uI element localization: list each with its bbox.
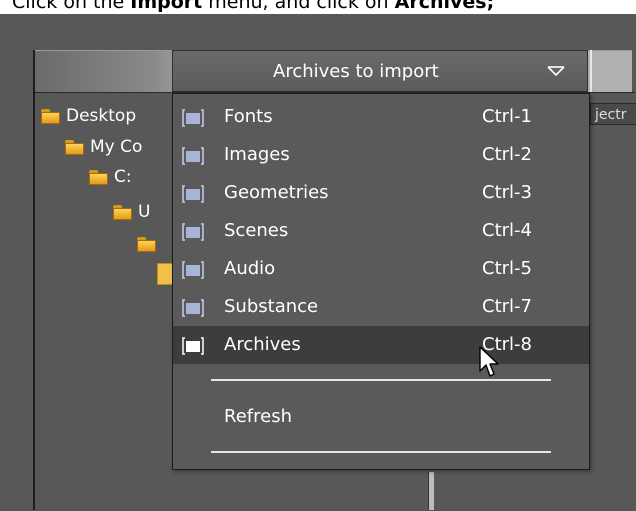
folder-icon (40, 108, 62, 124)
toolbar-divider (590, 50, 592, 92)
checkbox-icon (182, 147, 204, 165)
archives-to-import-dropdown[interactable]: Archives to import (172, 50, 588, 92)
menu-item-archives[interactable]: Archives Ctrl-8 (173, 326, 589, 364)
mouse-pointer-icon (479, 346, 499, 377)
tree-item-label: My Co (90, 137, 143, 157)
file-icon (157, 263, 173, 285)
tree-item-label: C: (114, 167, 132, 187)
side-tab[interactable]: jectr (590, 103, 636, 125)
folder-icon (112, 204, 134, 220)
checkbox-icon (182, 299, 204, 317)
scrollbar[interactable] (428, 472, 434, 510)
caption-bold-2: Archives; (394, 0, 495, 13)
menu-item-images[interactable]: Images Ctrl-2 (173, 136, 589, 174)
menu-item-label: Archives (224, 334, 301, 355)
menu-item-shortcut: Ctrl-3 (482, 182, 532, 203)
menu-item-shortcut: Ctrl-7 (482, 296, 532, 317)
menu-item-label: Fonts (224, 106, 273, 127)
instruction-caption: Click on the Import menu, and click on A… (0, 0, 636, 14)
menu-item-label: Audio (224, 258, 276, 279)
menu-item-audio[interactable]: Audio Ctrl-5 (173, 250, 589, 288)
dropdown-label: Archives to import (273, 61, 439, 82)
tree-item-my-computer[interactable]: My Co (64, 136, 142, 158)
caption-text-2: menu, and click on (202, 0, 395, 13)
menu-item-substance[interactable]: Substance Ctrl-7 (173, 288, 589, 326)
import-menu: Fonts Ctrl-1 Images Ctrl-2 Geometries Ct… (172, 93, 590, 470)
tree-item-subfolder[interactable] (136, 233, 162, 255)
checkbox-icon (182, 261, 204, 279)
checkbox-icon (182, 185, 204, 203)
menu-item-label: Scenes (224, 220, 289, 241)
folder-icon (88, 169, 110, 185)
folder-icon (136, 236, 158, 252)
menu-item-label: Geometries (224, 182, 329, 203)
menu-item-label: Images (224, 144, 290, 165)
tree-item-label: Desktop (66, 106, 137, 126)
tree-item-label: U (138, 202, 151, 222)
menu-item-shortcut: Ctrl-4 (482, 220, 532, 241)
checkbox-icon (182, 223, 204, 241)
menu-item-refresh[interactable]: Refresh (224, 406, 292, 427)
menu-item-label: Substance (224, 296, 319, 317)
checkbox-icon (182, 109, 204, 127)
menu-item-shortcut: Ctrl-5 (482, 258, 532, 279)
menu-separator (211, 451, 551, 453)
folder-icon (64, 139, 86, 155)
menu-item-scenes[interactable]: Scenes Ctrl-4 (173, 212, 589, 250)
menu-item-shortcut: Ctrl-1 (482, 106, 532, 127)
chevron-down-icon (547, 66, 565, 77)
caption-text-1: Click on the (12, 0, 131, 13)
menu-item-geometries[interactable]: Geometries Ctrl-3 (173, 174, 589, 212)
tree-item-c-drive[interactable]: C: (88, 166, 132, 188)
tree-item-desktop[interactable]: Desktop (40, 105, 136, 127)
menu-item-shortcut: Ctrl-2 (482, 144, 532, 165)
menu-item-fonts[interactable]: Fonts Ctrl-1 (173, 98, 589, 136)
caption-bold-1: Import (130, 0, 203, 13)
checkbox-checked-icon (182, 337, 204, 355)
tree-item-users[interactable]: U (112, 201, 150, 223)
